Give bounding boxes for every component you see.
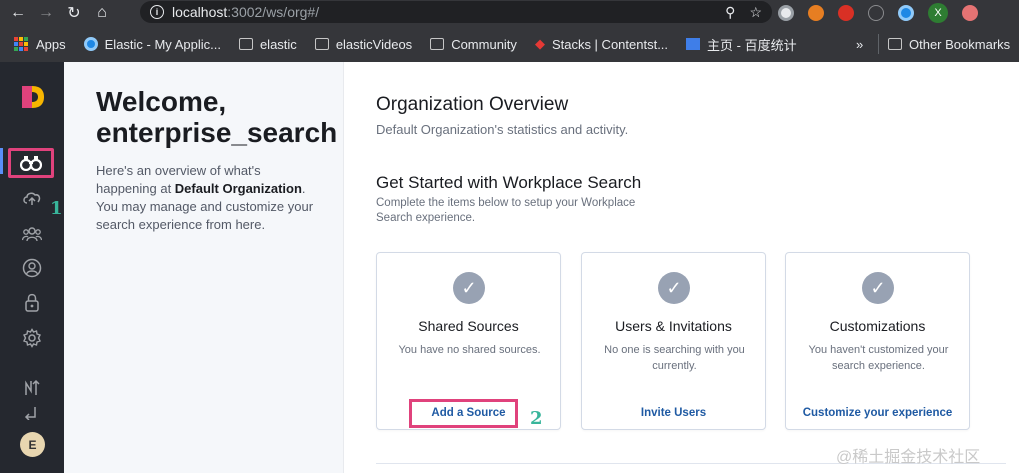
get-started-subtitle: Complete the items below to setup your W… xyxy=(376,197,636,224)
highlight-box-add-source xyxy=(409,399,518,428)
folder-icon xyxy=(238,38,253,50)
check-icon: ✓ xyxy=(453,272,485,304)
customize-experience-link[interactable]: Customize your experience xyxy=(786,407,969,419)
bookmark-elastic-app[interactable]: Elastic - My Applic... xyxy=(83,36,221,52)
bookmark-other[interactable]: Other Bookmarks xyxy=(888,37,1010,52)
extension-icon[interactable] xyxy=(838,5,854,21)
stacks-icon: ◆ xyxy=(534,36,545,51)
info-icon[interactable]: i xyxy=(150,5,164,19)
card-description: You haven't customized your search exper… xyxy=(808,344,949,372)
extension-icon[interactable] xyxy=(778,5,794,21)
bookmark-divider xyxy=(878,34,879,54)
sources-nav-item[interactable] xyxy=(20,186,44,210)
card-title: Shared Sources xyxy=(418,318,519,334)
users-invitations-card: ✓ Users & Invitations No one is searchin… xyxy=(581,252,766,430)
bookmark-baidu-tongji[interactable]: 主页 - 百度统计 xyxy=(686,35,797,54)
check-icon: ✓ xyxy=(862,272,894,304)
browser-toolbar: ← → ↻ ⌂ i localhost:3002/ws/org#/ ⚲ ☆ X xyxy=(0,0,1019,26)
folder-icon xyxy=(888,38,902,50)
watermark: @稀土掘金技术社区 xyxy=(836,449,981,466)
logout-icon xyxy=(24,407,36,420)
forward-icon[interactable]: → xyxy=(36,3,56,23)
extension-icon[interactable] xyxy=(808,5,824,21)
more-bookmarks-icon[interactable]: » xyxy=(856,37,863,52)
folder-icon xyxy=(430,38,445,50)
settings-nav-item[interactable] xyxy=(20,326,44,350)
overview-title: Organization Overview xyxy=(376,94,569,115)
gear-icon xyxy=(23,328,41,348)
card-title: Customizations xyxy=(829,318,926,334)
bookmark-label: Other Bookmarks xyxy=(909,36,1011,52)
get-started-title: Get Started with Workplace Search xyxy=(376,173,642,192)
bookmark-community[interactable]: Community xyxy=(430,37,517,52)
bookmark-label: 主页 - 百度统计 xyxy=(707,37,797,53)
address-bar[interactable]: i localhost:3002/ws/org#/ ⚲ ☆ xyxy=(140,1,772,23)
update-icon[interactable] xyxy=(962,5,978,21)
bookmark-elasticvideos[interactable]: elasticVideos xyxy=(314,36,413,52)
workplace-search-logo[interactable] xyxy=(20,84,46,110)
users-icon xyxy=(22,227,42,242)
welcome-panel: Welcome, enterprise_search Here's an ove… xyxy=(64,62,344,473)
welcome-text: Here's an overview of what's happening a… xyxy=(96,162,314,234)
bookmarks-bar: Apps Elastic - My Applic... elastic elas… xyxy=(0,26,1019,62)
card-title: Users & Invitations xyxy=(615,318,732,334)
bookmark-apps[interactable]: Apps xyxy=(14,37,66,52)
overview-nav-item[interactable] xyxy=(8,148,54,178)
extension-icon[interactable] xyxy=(868,5,884,21)
card-description: You have no shared sources. xyxy=(398,344,541,356)
annotation-2: 2 xyxy=(530,408,543,429)
bookmark-label: Community xyxy=(451,36,517,52)
apps-icon xyxy=(14,37,28,51)
bookmark-stacks[interactable]: ◆ Stacks | Contentst... xyxy=(535,36,668,52)
app-sidebar: 1 E xyxy=(0,62,64,473)
user-avatar[interactable]: E xyxy=(20,432,45,457)
elastic-icon xyxy=(83,37,98,51)
groups-nav-item[interactable] xyxy=(20,222,44,246)
card-description: No one is searching with you currently. xyxy=(604,344,745,372)
switch-icon xyxy=(25,379,40,395)
welcome-title: Welcome, enterprise_search xyxy=(96,86,338,148)
organization-name: Default Organization xyxy=(174,181,302,196)
bookmark-label: elastic xyxy=(259,36,297,52)
bookmark-label: Elastic - My Applic... xyxy=(104,36,221,52)
active-indicator xyxy=(0,148,3,174)
security-nav-item[interactable] xyxy=(20,290,44,314)
invite-users-link[interactable]: Invite Users xyxy=(582,407,765,419)
url-host: localhost xyxy=(172,4,228,20)
chart-icon xyxy=(686,38,701,50)
user-circle-icon xyxy=(22,258,42,278)
annotation-1: 1 xyxy=(50,198,63,219)
bookmark-label: Apps xyxy=(36,36,66,52)
extension-icon[interactable] xyxy=(898,5,914,21)
personal-dashboard-nav-item[interactable] xyxy=(20,376,44,400)
home-icon[interactable]: ⌂ xyxy=(92,3,112,23)
reload-icon[interactable]: ↻ xyxy=(64,3,84,23)
zoom-icon[interactable]: ⚲ xyxy=(725,4,735,21)
main-content: Organization Overview Default Organizati… xyxy=(345,62,1019,473)
url-path: :3002/ws/org#/ xyxy=(227,4,320,20)
bookmark-elastic[interactable]: elastic xyxy=(238,36,297,52)
profile-avatar[interactable]: X xyxy=(928,3,948,23)
bookmark-label: Stacks | Contentst... xyxy=(551,36,669,52)
folder-icon xyxy=(314,38,329,50)
check-icon: ✓ xyxy=(658,272,690,304)
overview-subtitle: Default Organization's statistics and ac… xyxy=(376,122,629,137)
star-icon[interactable]: ☆ xyxy=(749,4,762,21)
customizations-card: ✓ Customizations You haven't customized … xyxy=(785,252,970,430)
extensions-bar: X xyxy=(778,3,978,23)
cloud-upload-icon xyxy=(23,192,41,205)
back-icon[interactable]: ← xyxy=(8,3,28,23)
bookmark-label: elasticVideos xyxy=(335,36,413,52)
lock-icon xyxy=(25,293,39,312)
binoculars-icon xyxy=(20,156,42,171)
logout-nav-item[interactable] xyxy=(20,400,44,424)
users-nav-item[interactable] xyxy=(20,256,44,280)
